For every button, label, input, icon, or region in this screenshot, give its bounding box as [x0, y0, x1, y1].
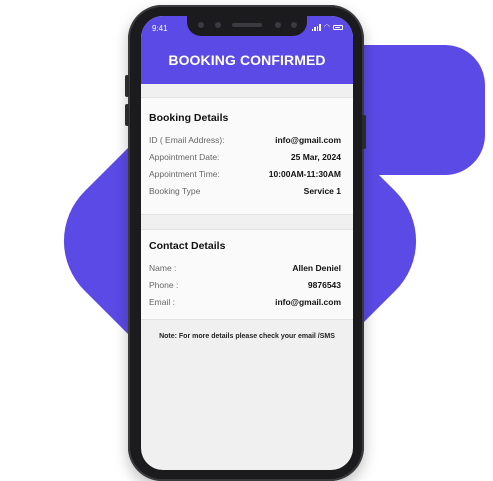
contact-details-card: Contact Details Name : Allen Deniel Phon…	[141, 229, 353, 320]
booking-row-type: Booking Type Service 1	[149, 186, 341, 198]
row-value: Service 1	[303, 186, 341, 196]
row-value: 10:00AM-11:30AM	[268, 169, 341, 179]
booking-row-time: Appointment Time: 10:00AM-11:30AM	[149, 169, 341, 181]
speaker-grille	[232, 23, 262, 27]
phone-screen: 9:41 ◠ BOOKING CONFIRMED Booking Details…	[141, 16, 353, 470]
volume-up-button	[125, 75, 129, 97]
battery-icon	[333, 24, 343, 30]
row-label: ID ( Email Address):	[149, 135, 225, 145]
status-time: 9:41	[152, 24, 168, 33]
camera-icon	[198, 22, 204, 28]
contact-details-heading: Contact Details	[149, 240, 226, 252]
volume-down-button	[125, 104, 129, 126]
row-label: Appointment Date:	[149, 152, 220, 162]
row-label: Email :	[149, 297, 175, 307]
info-note: Note: For more details please check your…	[159, 333, 335, 340]
booking-details-heading: Booking Details	[149, 112, 229, 124]
row-value: 9876543	[307, 280, 341, 290]
contact-row-name: Name : Allen Deniel	[149, 263, 341, 275]
contact-row-email: Email : info@gmail.com	[149, 297, 341, 309]
wifi-icon: ◠	[323, 24, 330, 31]
booking-row-date: Appointment Date: 25 Mar, 2024	[149, 152, 341, 164]
booking-details-card: Booking Details ID ( Email Address): inf…	[141, 97, 353, 215]
app-header: 9:41 ◠ BOOKING CONFIRMED	[141, 16, 353, 84]
row-value: info@gmail.com	[275, 297, 341, 307]
sensor-icon	[215, 22, 221, 28]
contact-row-phone: Phone : 9876543	[149, 280, 341, 292]
status-icons: ◠	[311, 23, 343, 31]
booking-row-id: ID ( Email Address): info@gmail.com	[149, 135, 341, 147]
signal-icon	[311, 23, 321, 31]
phone-notch	[187, 16, 307, 36]
page-title: BOOKING CONFIRMED	[168, 52, 326, 68]
row-value: 25 Mar, 2024	[290, 152, 341, 162]
row-label: Name :	[149, 263, 177, 273]
row-label: Phone :	[149, 280, 179, 290]
power-button	[362, 115, 366, 149]
front-camera-icon	[291, 22, 297, 28]
row-value: Allen Deniel	[292, 263, 341, 273]
row-label: Appointment Time:	[149, 169, 220, 179]
row-value: info@gmail.com	[275, 135, 341, 145]
row-label: Booking Type	[149, 186, 201, 196]
sensor-icon	[275, 22, 281, 28]
